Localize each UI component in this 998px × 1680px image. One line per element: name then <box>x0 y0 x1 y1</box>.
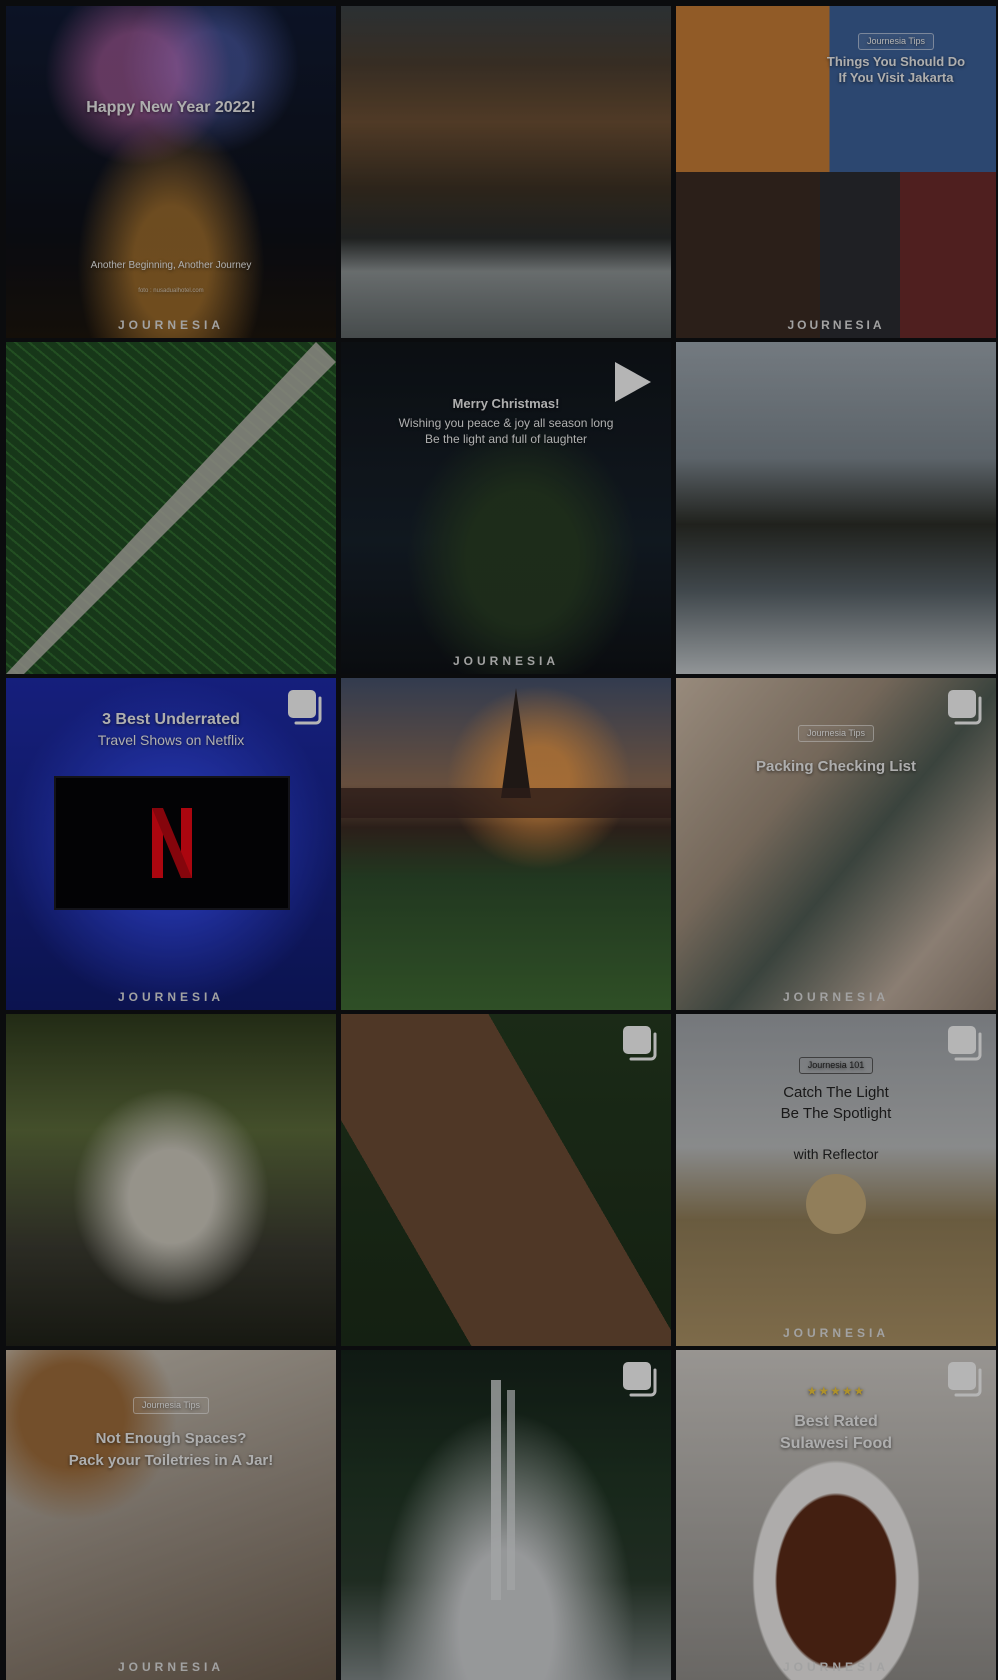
post-tile-packing-list[interactable]: Journesia Tips Packing Checking List JOU… <box>676 678 996 1010</box>
post-tile-waterfall-rocks[interactable] <box>6 1014 336 1346</box>
post-caption-title: Catch The Light <box>783 1084 889 1101</box>
post-caption-title: Happy New Year 2022! <box>86 99 256 116</box>
post-tile-sulawesi-food[interactable]: ★★★★★ Best Rated Sulawesi Food JOURNESIA <box>676 1350 996 1680</box>
brand-watermark: JOURNESIA <box>117 1660 224 1674</box>
tips-pill: Journesia Tips <box>132 1397 210 1415</box>
post-tile-toiletries-jar[interactable]: Journesia Tips Not Enough Spaces? Pack y… <box>6 1350 336 1680</box>
post-caption-title: 3 Best Underrated <box>102 711 240 728</box>
netflix-logo-icon <box>152 808 192 878</box>
post-tile-christmas[interactable]: Merry Christmas! Wishing you peace & joy… <box>341 342 671 674</box>
tips-pill: Journesia 101 <box>798 1057 874 1075</box>
post-tile-netflix[interactable]: 3 Best Underrated Travel Shows on Netfli… <box>6 678 336 1010</box>
brand-watermark: JOURNESIA <box>782 1326 889 1340</box>
post-caption-title: Best Rated <box>794 1413 878 1430</box>
post-grid: Happy New Year 2022! Another Beginning, … <box>6 6 996 1680</box>
brand-watermark: JOURNESIA <box>782 1660 889 1674</box>
multiple-posts-icon <box>623 1362 657 1397</box>
tv-screen <box>54 776 290 910</box>
post-tile-village-aerial[interactable] <box>341 1014 671 1346</box>
post-tile-temple-lilypads[interactable] <box>341 678 671 1010</box>
post-caption-sub: Travel Shows on Netflix <box>97 732 245 748</box>
post-tile-reflector[interactable]: Journesia 101 Catch The Light Be The Spo… <box>676 1014 996 1346</box>
post-caption-sub2: Be the light and full of laughter <box>424 432 588 446</box>
brand-watermark: JOURNESIA <box>117 318 224 332</box>
post-caption-sub: Be The Spotlight <box>780 1105 892 1122</box>
tips-pill: Journesia Tips <box>797 725 875 743</box>
post-caption-title: Things You Should Do If You Visit Jakart… <box>826 54 966 86</box>
post-tile-image-bottom <box>676 172 996 338</box>
brand-watermark: JOURNESIA <box>117 990 224 1004</box>
post-caption-title: Not Enough Spaces? <box>95 1430 247 1447</box>
brand-watermark: JOURNESIA <box>787 318 885 332</box>
reflector-disc <box>806 1174 866 1234</box>
brand-watermark: JOURNESIA <box>782 990 889 1004</box>
post-tile-mountain[interactable] <box>341 6 671 338</box>
post-caption-sub2: with Reflector <box>793 1146 879 1162</box>
post-caption-title: Packing Checking List <box>755 758 917 775</box>
brand-watermark: JOURNESIA <box>452 654 559 668</box>
tips-pill-wrap: Journesia Tips <box>796 30 996 51</box>
post-caption-sub: Wishing you peace & joy all season long <box>398 416 614 430</box>
tips-pill-wrap: Journesia Tips <box>6 1394 336 1415</box>
tips-pill: Journesia Tips <box>857 33 935 51</box>
post-caption-title: Merry Christmas! <box>452 396 560 411</box>
post-tile-cemetery-path[interactable] <box>6 342 336 674</box>
post-tile-jakarta[interactable]: Journesia Tips Things You Should Do If Y… <box>676 6 996 338</box>
post-caption-sub: Sulawesi Food <box>779 1435 892 1452</box>
post-tile-cliff-clouds[interactable] <box>676 342 996 674</box>
path-shape <box>6 342 336 674</box>
post-tile-new-year[interactable]: Happy New Year 2022! Another Beginning, … <box>6 6 336 338</box>
tips-pill-wrap: Journesia 101 <box>676 1054 996 1075</box>
temple-silhouette <box>341 688 671 818</box>
multiple-posts-icon <box>623 1026 657 1061</box>
post-caption-sub: Pack your Toiletries in A Jar! <box>68 1452 274 1469</box>
rating-stars-icon: ★★★★★ <box>806 1384 866 1398</box>
post-credit: foto : nusadualhotel.com <box>138 288 204 294</box>
post-caption-sub: Another Beginning, Another Journey <box>90 260 252 271</box>
post-tile-waterfall-cliff[interactable] <box>341 1350 671 1680</box>
tips-pill-wrap: Journesia Tips <box>676 722 996 743</box>
